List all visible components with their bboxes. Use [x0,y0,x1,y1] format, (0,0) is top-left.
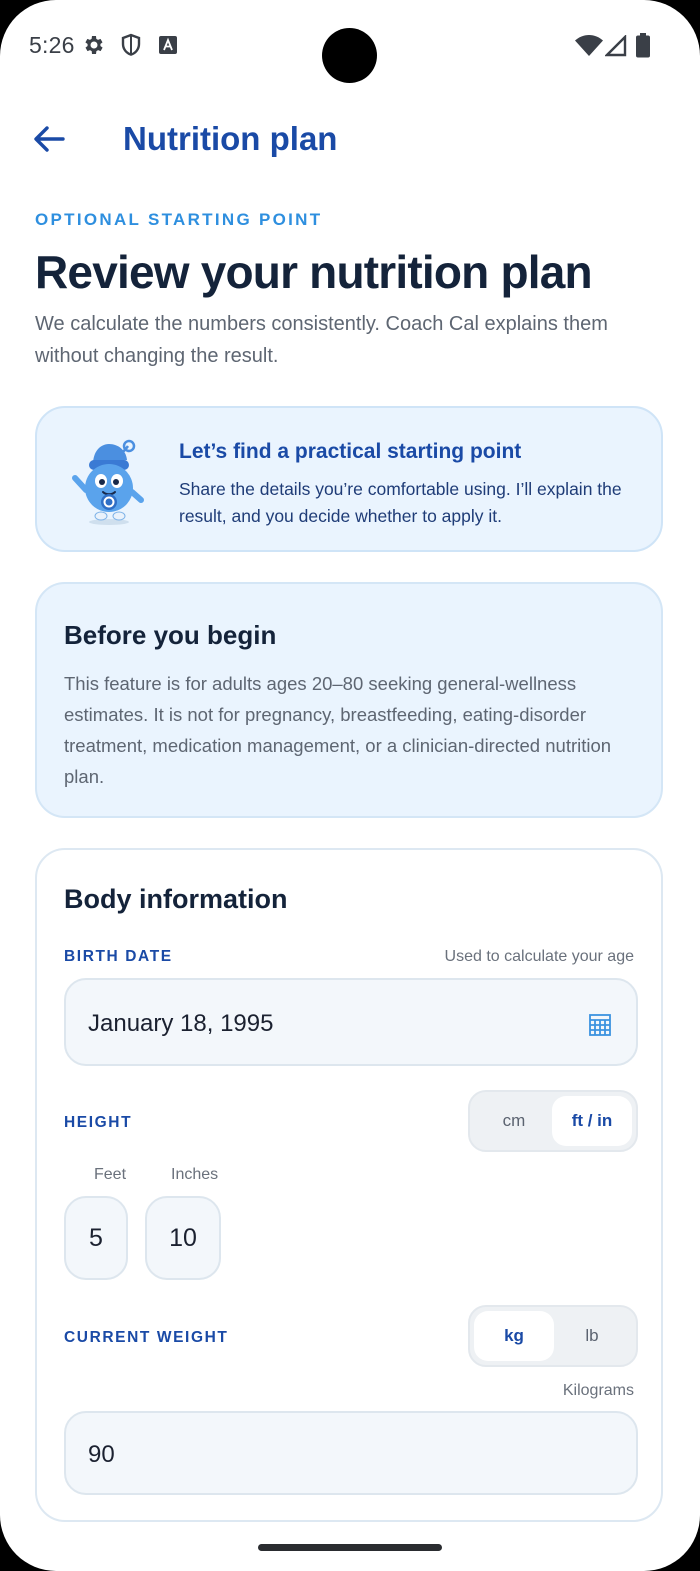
weight-unit-lb[interactable]: lb [552,1311,632,1361]
body-information-card: Body information BIRTH DATE Used to calc… [35,848,663,1522]
before-you-begin-card: Before you begin This feature is for adu… [35,582,663,818]
signal-icon [604,34,627,62]
page-subtitle: We calculate the numbers consistently. C… [35,313,608,367]
height-unit-toggle: cm ft / in [468,1090,638,1152]
current-weight-label: CURRENT WEIGHT [64,1329,229,1346]
before-card-text: This feature is for adults ages 20–80 se… [64,673,612,787]
page-header: OPTIONAL STARTING POINT Review your nutr… [35,210,665,372]
phone-screen: 5:26 Nutrition plan OPTIONAL STARTING PO… [0,0,700,1571]
calendar-icon[interactable] [588,1013,612,1044]
weight-input[interactable]: 90 [64,1411,638,1495]
battery-icon [636,33,650,63]
app-bar: Nutrition plan [0,100,700,182]
birth-date-field[interactable]: January 18, 1995 [64,978,638,1066]
app-bar-title: Nutrition plan [123,120,338,157]
weight-value: 90 [88,1441,115,1468]
home-indicator[interactable] [258,1544,442,1551]
height-unit-ft-in[interactable]: ft / in [552,1096,632,1146]
before-card-title: Before you begin [64,620,277,650]
birth-date-label: BIRTH DATE [64,948,173,965]
height-unit-cm[interactable]: cm [474,1096,554,1146]
feet-input[interactable]: 5 [64,1196,128,1280]
body-info-title: Body information [64,884,288,914]
page-title: Review your nutrition plan [35,246,593,298]
birth-date-hint: Used to calculate your age [444,948,634,965]
font-a-icon [159,36,177,59]
inches-input[interactable]: 10 [145,1196,221,1280]
arrow-left-icon [34,126,65,152]
back-button[interactable] [28,118,70,160]
coach-card-text: Share the details you’re comfortable usi… [179,479,622,526]
feet-label: Feet [94,1166,127,1183]
wifi-icon [575,35,603,62]
coach-card-title: Let’s find a practical starting point [179,440,522,463]
birth-date-value: January 18, 1995 [88,1010,274,1037]
weight-unit-kg[interactable]: kg [474,1311,554,1361]
inches-label: Inches [171,1166,219,1183]
height-label: HEIGHT [64,1114,133,1131]
eyebrow-label: OPTIONAL STARTING POINT [35,210,323,229]
coach-card: Let’s find a practical starting point Sh… [35,406,663,552]
camera-cutout [322,28,377,83]
shield-icon [120,33,142,62]
status-time: 5:26 [29,32,75,58]
weight-unit-hint: Kilograms [562,1382,634,1399]
coach-cal-mascot-icon [71,438,147,526]
weight-unit-toggle: kg lb [468,1305,638,1367]
gear-icon [81,33,105,62]
